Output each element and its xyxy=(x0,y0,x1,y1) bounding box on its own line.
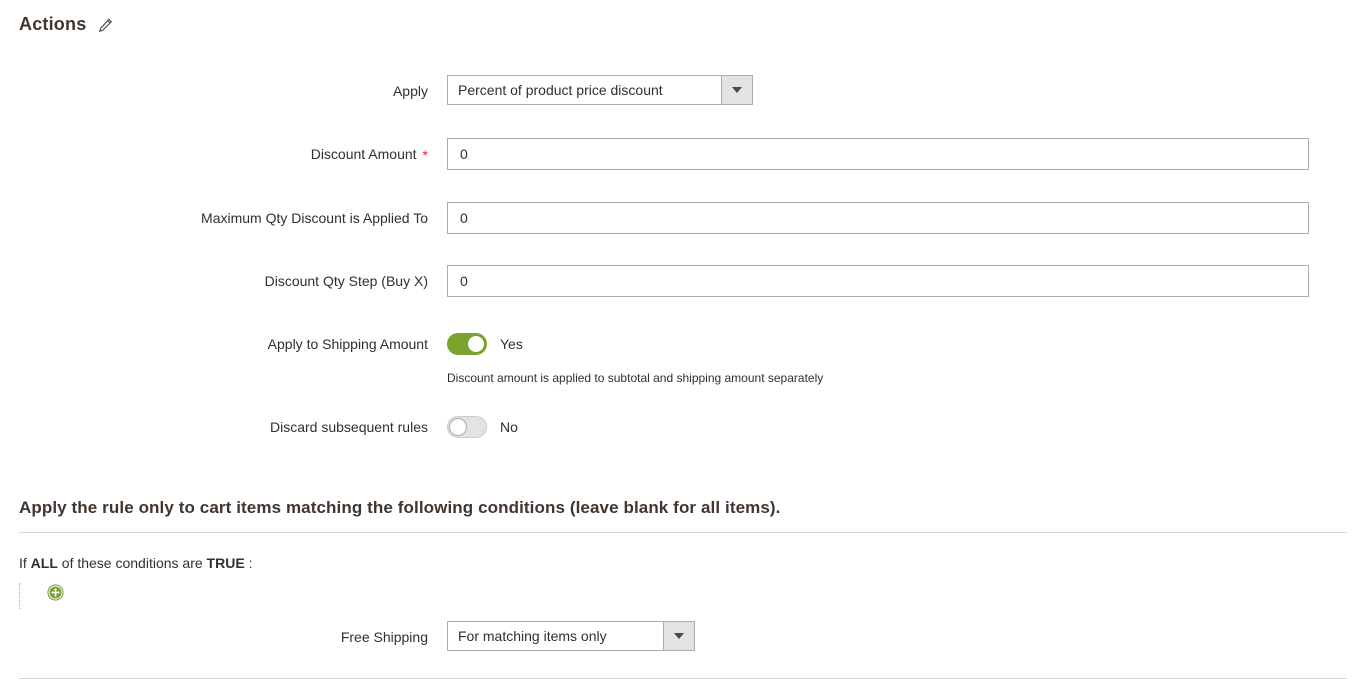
conditions-prefix: If xyxy=(19,555,27,571)
chevron-down-icon[interactable] xyxy=(721,76,752,104)
discount-amount-input[interactable] xyxy=(447,138,1309,170)
apply-shipping-note: Discount amount is applied to subtotal a… xyxy=(447,371,824,386)
max-qty-control xyxy=(447,202,1366,235)
caret-shape xyxy=(674,633,684,639)
conditions-value[interactable]: TRUE xyxy=(207,555,245,571)
required-asterisk: * xyxy=(422,147,428,164)
apply-shipping-state-label: Yes xyxy=(500,336,523,353)
row-apply-shipping: Apply to Shipping Amount Yes Discount am… xyxy=(0,328,1366,386)
row-apply: Apply Percent of product price discount xyxy=(0,75,1366,107)
discard-rules-control: No xyxy=(447,411,1366,443)
qty-step-input[interactable] xyxy=(447,265,1309,298)
conditions-heading: Apply the rule only to cart items matchi… xyxy=(19,498,781,517)
divider-bottom xyxy=(19,678,1347,679)
apply-shipping-label: Apply to Shipping Amount xyxy=(267,336,428,353)
conditions-middle: of these conditions are xyxy=(61,555,203,571)
divider-top xyxy=(19,532,1347,533)
page-title: Actions xyxy=(19,14,87,34)
max-qty-input[interactable] xyxy=(447,202,1309,235)
toggle-knob xyxy=(449,418,467,437)
caret-shape xyxy=(732,87,742,93)
apply-control: Percent of product price discount xyxy=(447,75,1366,105)
free-shipping-select-value: For matching items only xyxy=(458,628,607,644)
add-circle-icon[interactable] xyxy=(47,584,64,601)
discount-amount-control xyxy=(447,138,1366,170)
discard-rules-toggle[interactable] xyxy=(447,416,487,439)
apply-select[interactable]: Percent of product price discount xyxy=(447,75,753,105)
apply-shipping-toggle-wrap: Yes xyxy=(447,328,1366,360)
apply-select-value: Percent of product price discount xyxy=(458,82,663,98)
qty-step-control xyxy=(447,265,1366,298)
section-header: Actions xyxy=(19,14,113,35)
conditions-body: If ALL of these conditions are TRUE : xyxy=(19,553,252,609)
free-shipping-label: Free Shipping xyxy=(340,629,428,645)
row-qty-step: Discount Qty Step (Buy X) xyxy=(0,265,1366,298)
conditions-sentence: If ALL of these conditions are TRUE : xyxy=(19,553,252,573)
apply-shipping-control: Yes Discount amount is applied to subtot… xyxy=(447,328,1366,386)
conditions-children xyxy=(19,583,252,609)
qty-step-label: Discount Qty Step (Buy X) xyxy=(264,273,428,290)
pencil-icon[interactable] xyxy=(98,18,113,33)
discard-rules-state-label: No xyxy=(500,419,518,436)
free-shipping-control: For matching items only xyxy=(447,621,1366,651)
conditions-suffix: : xyxy=(248,555,253,571)
apply-shipping-toggle[interactable] xyxy=(447,333,487,356)
row-discard-rules: Discard subsequent rules No xyxy=(0,411,1366,443)
discount-amount-label-text: Discount Amount xyxy=(310,146,417,162)
discard-rules-label: Discard subsequent rules xyxy=(270,419,428,436)
free-shipping-select[interactable]: For matching items only xyxy=(447,621,695,651)
discount-amount-label: Discount Amount * xyxy=(0,138,447,171)
chevron-down-icon[interactable] xyxy=(663,622,694,650)
toggle-knob xyxy=(467,335,485,354)
conditions-aggregator[interactable]: ALL xyxy=(31,555,58,571)
row-discount-amount: Discount Amount * xyxy=(0,138,1366,171)
apply-label: Apply xyxy=(392,83,428,99)
max-qty-label: Maximum Qty Discount is Applied To xyxy=(201,210,428,227)
discard-rules-toggle-wrap: No xyxy=(447,411,1366,443)
actions-form: Apply Percent of product price discount … xyxy=(0,75,1366,443)
row-max-qty: Maximum Qty Discount is Applied To xyxy=(0,202,1366,235)
row-free-shipping: Free Shipping For matching items only xyxy=(0,621,1366,653)
